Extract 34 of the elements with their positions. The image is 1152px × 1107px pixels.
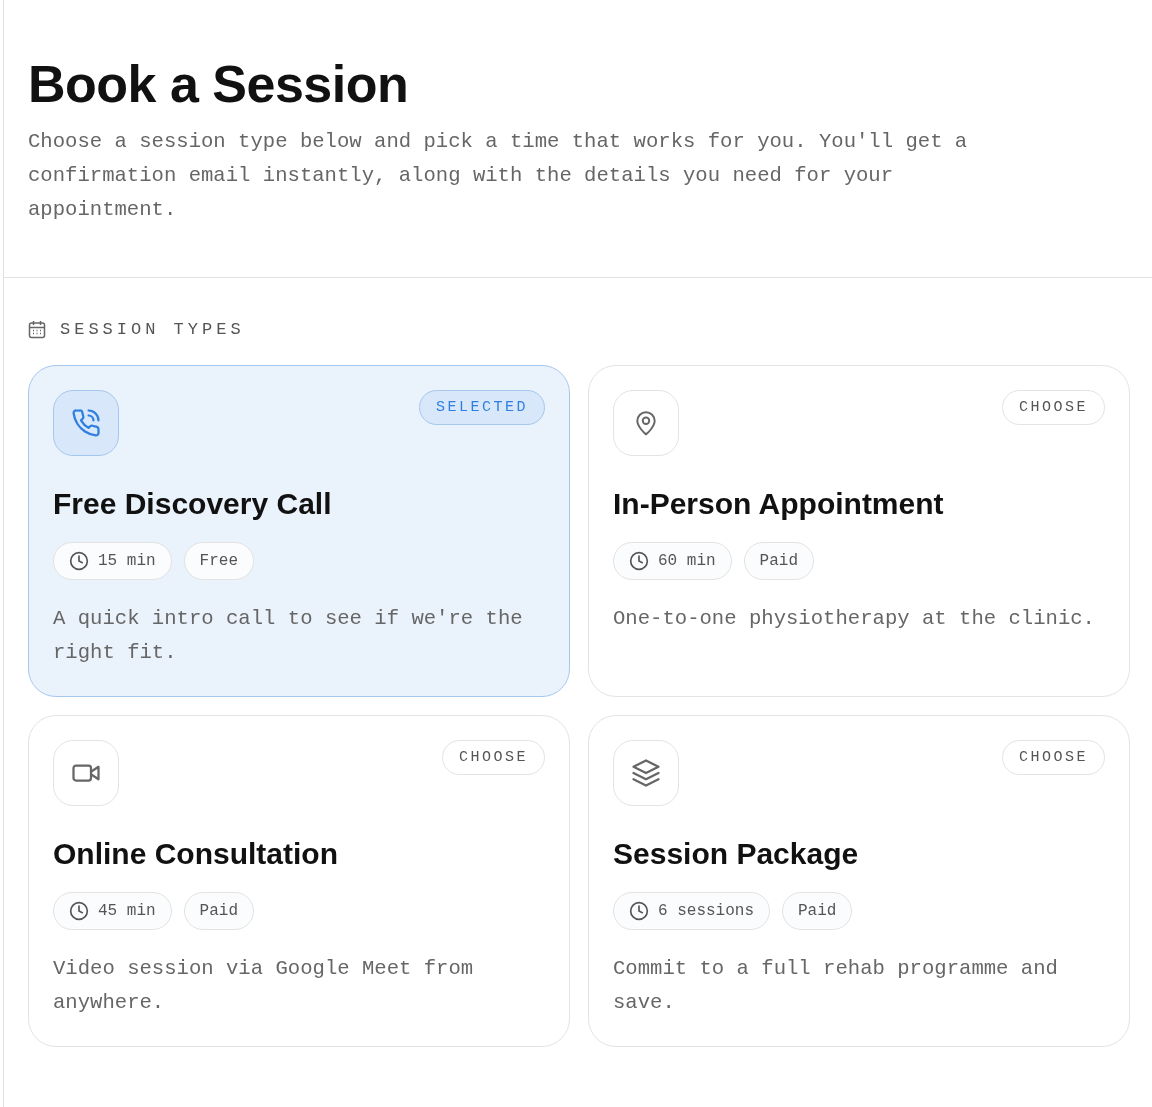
card-title: Online Consultation bbox=[53, 836, 339, 872]
calendar-icon bbox=[28, 320, 46, 339]
card-description: One-to-one physiotherapy at the clinic. bbox=[613, 606, 1096, 632]
duration-chip: 6 sessions bbox=[613, 892, 770, 930]
price-chip: Paid bbox=[183, 892, 254, 930]
price-chip: Paid bbox=[743, 542, 814, 580]
price-chip: Free bbox=[183, 542, 254, 580]
page-title: Book a Session bbox=[28, 54, 410, 115]
clock-icon bbox=[629, 901, 649, 921]
status-badge[interactable]: CHOOSE bbox=[1002, 740, 1105, 775]
duration-chip: 45 min bbox=[53, 892, 172, 930]
section-label: SESSION TYPES bbox=[60, 320, 245, 339]
clock-icon bbox=[629, 551, 649, 571]
session-card[interactable]: CHOOSE In-Person Appointment 60 min Paid One-to-one physiotherapy at the clinic. bbox=[588, 365, 1130, 697]
price-chip: Paid bbox=[782, 892, 853, 930]
card-description: Video session via Google Meet from anywhere. bbox=[53, 956, 475, 1016]
session-card[interactable]: CHOOSE Session Package 6 sessions Paid Commit to a full rehab programme and save. bbox=[588, 715, 1130, 1047]
card-description: Commit to a full rehab programme and save. bbox=[613, 956, 1059, 1016]
duration-chip: 60 min bbox=[613, 542, 732, 580]
session-card[interactable]: CHOOSE Online Consultation 45 min Paid Video session via Google Meet from anywhere. bbox=[28, 715, 570, 1047]
page-description: Choose a session type below and pick a time that works for you. You'll get a confirmation email instantly, along with the details you need for your appointment. bbox=[28, 129, 969, 223]
status-badge[interactable]: CHOOSE bbox=[1002, 390, 1105, 425]
session-card[interactable]: SELECTED Free Discovery Call 15 min Free A quick intro call to see if we're the right fit. bbox=[28, 365, 570, 697]
clock-icon bbox=[69, 901, 89, 921]
card-description: A quick intro call to see if we're the right fit. bbox=[53, 606, 524, 666]
map-pin-icon bbox=[633, 410, 659, 436]
status-badge[interactable]: CHOOSE bbox=[442, 740, 545, 775]
card-title: In-Person Appointment bbox=[613, 486, 945, 522]
duration-chip: 15 min bbox=[53, 542, 172, 580]
card-title: Session Package bbox=[613, 836, 860, 872]
phone-icon bbox=[71, 408, 101, 438]
clock-icon bbox=[69, 551, 89, 571]
layers-icon bbox=[631, 758, 661, 788]
card-title: Free Discovery Call bbox=[53, 486, 333, 522]
